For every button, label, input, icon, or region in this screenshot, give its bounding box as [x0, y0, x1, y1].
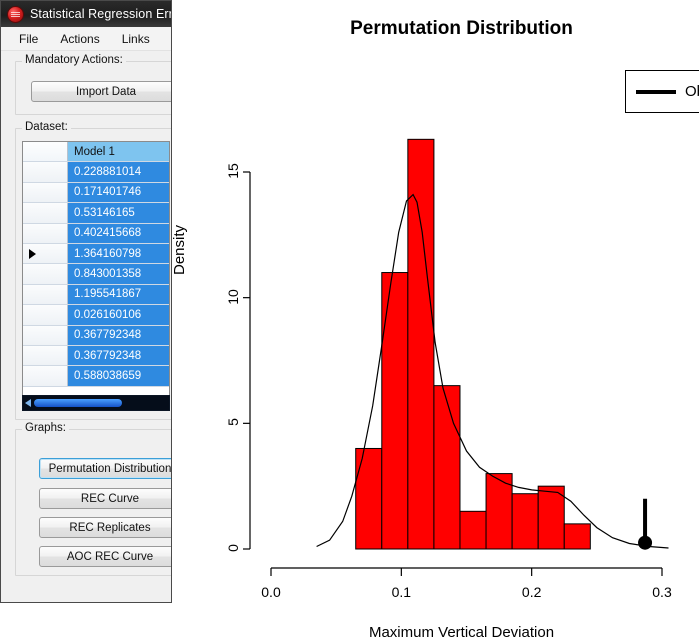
grid-cell-value[interactable]: 0.171401746 — [68, 182, 169, 203]
x-tick-label: 0.0 — [261, 584, 281, 600]
histogram-bar — [511, 493, 539, 550]
histogram-bar — [537, 485, 565, 550]
row-header[interactable] — [23, 162, 68, 182]
legend-line-icon — [636, 89, 676, 94]
y-tick-label: 5 — [225, 418, 241, 427]
histogram-bar — [563, 523, 591, 550]
mandatory-actions-label: Mandatory Actions: — [22, 54, 126, 66]
histogram-bar — [355, 447, 383, 550]
row-header[interactable] — [23, 284, 68, 305]
histogram-bar — [381, 272, 409, 550]
histogram-bar — [459, 510, 487, 550]
chart-legend: Observed — [625, 70, 699, 113]
scroll-left-arrow-icon[interactable] — [25, 399, 31, 407]
table-row[interactable]: 0.402415668 — [23, 223, 169, 244]
dataset-grid-horizontal-scrollbar[interactable] — [22, 395, 170, 411]
grid-column-header-model-1[interactable]: Model 1 — [68, 142, 169, 162]
dataset-grid[interactable]: Model 1 0.228881014 0.171401746 0.53146165 0… — [22, 141, 170, 399]
observed-point — [638, 535, 653, 550]
table-row[interactable]: 0.843001358 — [23, 264, 169, 285]
application-window: Statistical Regression Error File Action… — [0, 0, 172, 603]
import-data-button[interactable]: Import Data — [31, 81, 171, 102]
menu-item-links[interactable]: Links — [122, 32, 150, 46]
rec-curve-button[interactable]: REC Curve — [39, 488, 171, 509]
row-header[interactable] — [23, 366, 68, 386]
scrollbar-thumb[interactable] — [34, 399, 122, 407]
grid-cell-value[interactable]: 0.588038659 — [68, 366, 169, 386]
table-row[interactable]: 0.367792348 — [23, 345, 169, 367]
grid-corner-cell — [23, 142, 68, 162]
grid-cell-value[interactable]: 0.53146165 — [68, 203, 169, 223]
table-row[interactable]: 0.367792348 — [23, 325, 169, 346]
table-row[interactable]: 1.364160798 — [23, 243, 169, 265]
grid-cell-value[interactable]: 1.195541867 — [68, 284, 169, 305]
table-row[interactable]: 0.228881014 — [23, 162, 169, 183]
row-header[interactable] — [23, 325, 68, 345]
grid-cell-value[interactable]: 1.364160798 — [68, 243, 169, 264]
legend-label: Observed — [685, 83, 699, 100]
grid-cell-value[interactable]: 0.367792348 — [68, 345, 169, 366]
table-row[interactable]: 0.026160106 — [23, 305, 169, 326]
table-row[interactable]: 1.195541867 — [23, 284, 169, 306]
histogram-bar — [485, 473, 513, 550]
observed-marker — [638, 498, 653, 550]
grid-cell-value[interactable]: 0.367792348 — [68, 325, 169, 345]
grid-cell-value[interactable]: 0.026160106 — [68, 305, 169, 325]
window-titlebar[interactable]: Statistical Regression Error — [1, 1, 171, 27]
x-tick-label: 0.3 — [652, 584, 672, 600]
histogram-bar — [433, 385, 461, 550]
table-row[interactable]: 0.53146165 — [23, 203, 169, 224]
row-header[interactable] — [23, 203, 68, 223]
aoc-rec-curve-button[interactable]: AOC REC Curve — [39, 546, 171, 567]
grid-cell-value[interactable]: 0.228881014 — [68, 162, 169, 182]
table-row[interactable]: 0.588038659 — [23, 366, 169, 387]
y-tick-label: 10 — [225, 288, 241, 305]
row-header[interactable] — [23, 264, 68, 284]
histogram-bars — [355, 138, 591, 550]
dataset-label: Dataset: — [22, 121, 71, 133]
grid-header-row: Model 1 — [23, 142, 169, 163]
x-tick-label: 0.2 — [521, 584, 542, 600]
grid-cell-value[interactable]: 0.402415668 — [68, 223, 169, 243]
menu-item-file[interactable]: File — [19, 32, 38, 46]
row-header[interactable] — [23, 345, 68, 366]
histogram-bar — [407, 138, 435, 550]
x-tick-label: 0.1 — [391, 584, 412, 600]
x-axis-label: Maximum Vertical Deviation — [368, 624, 555, 641]
current-row-marker-icon — [29, 248, 36, 259]
permutation-distribution-button[interactable]: Permutation Distribution — [39, 458, 171, 479]
y-tick-label: 0 — [225, 544, 241, 552]
grid-cell-value[interactable]: 0.843001358 — [68, 264, 169, 284]
row-header[interactable] — [23, 182, 68, 203]
menu-item-actions[interactable]: Actions — [60, 32, 99, 46]
y-axis-label: Density — [171, 224, 188, 275]
row-header[interactable] — [23, 243, 68, 264]
row-header[interactable] — [23, 223, 68, 243]
table-row[interactable]: 0.171401746 — [23, 182, 169, 204]
app-icon — [7, 5, 24, 23]
rec-replicates-button[interactable]: REC Replicates — [39, 517, 171, 538]
menu-bar: File Actions Links — [1, 27, 171, 51]
row-header[interactable] — [23, 305, 68, 325]
graphs-label: Graphs: — [22, 422, 69, 434]
y-tick-label: 15 — [225, 163, 241, 179]
window-title: Statistical Regression Error — [30, 7, 171, 21]
